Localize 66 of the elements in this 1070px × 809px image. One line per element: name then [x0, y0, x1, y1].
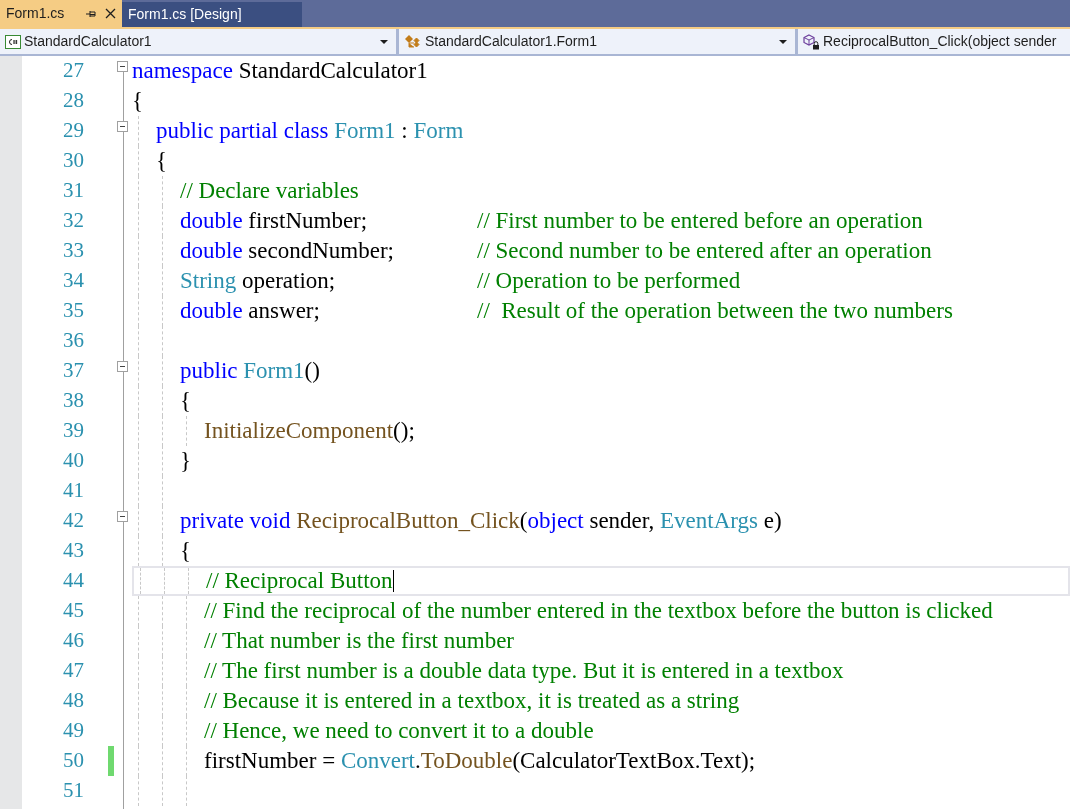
- csharp-file-icon: [5, 34, 21, 49]
- code-line: // Find the reciprocal of the number entered in the textbox before the button is clicked: [204, 596, 993, 625]
- code-line: double secondNumber;: [180, 236, 395, 265]
- code-line: double firstNumber;: [180, 206, 369, 235]
- line-number: 30: [62, 147, 84, 175]
- code-line: }: [180, 446, 192, 475]
- line-number: 44: [62, 567, 84, 595]
- line-number: 46: [62, 627, 84, 655]
- line-number: 50: [62, 747, 84, 775]
- line-number: 38: [62, 387, 84, 415]
- code-line: firstNumber = Convert.ToDouble(CalculatorTextBox.Text);: [204, 746, 756, 775]
- code-line: {: [132, 86, 144, 115]
- code-comment: // Second number to be entered after an operation: [477, 236, 932, 265]
- close-icon[interactable]: [105, 8, 116, 19]
- line-number: 28: [62, 87, 84, 115]
- line-number: 42: [62, 507, 84, 535]
- line-number: 39: [62, 417, 84, 445]
- line-number: 35: [62, 297, 84, 325]
- line-number: 43: [62, 537, 84, 565]
- class-dropdown[interactable]: StandardCalculator1.Form1: [399, 29, 798, 54]
- code-comment: // Operation to be performed: [477, 266, 741, 295]
- collapse-icon[interactable]: [117, 60, 128, 72]
- line-number: 27: [62, 57, 84, 85]
- code-line: // Declare variables: [180, 176, 359, 205]
- code-line: public partial class Form1 : Form: [156, 116, 464, 145]
- code-line: namespace StandardCalculator1: [132, 56, 428, 85]
- line-number: 41: [62, 477, 84, 505]
- line-number: 33: [62, 237, 84, 265]
- line-number: 29: [62, 117, 84, 145]
- line-number: 36: [62, 327, 84, 355]
- editor-tab[interactable]: Form1.cs [Design]: [122, 2, 302, 27]
- collapse-icon[interactable]: [117, 120, 128, 132]
- line-number: 49: [62, 717, 84, 745]
- member-dropdown[interactable]: ReciprocalButton_Click(object sender: [798, 29, 1070, 54]
- code-line: // That number is the first number: [204, 626, 515, 655]
- code-line: private void ReciprocalButton_Click(object sender, EventArgs e): [180, 506, 782, 535]
- code-line: String operation;: [180, 266, 337, 295]
- method-icon: [803, 33, 820, 50]
- code-line: InitializeComponent();: [204, 416, 415, 445]
- project-dropdown[interactable]: StandardCalculator1: [0, 29, 399, 54]
- code-comment: // First number to be entered before an operation: [477, 206, 923, 235]
- code-line: {: [180, 386, 192, 415]
- text-caret: [392, 570, 394, 592]
- code-line: // Hence, we need to convert it to a double: [204, 716, 594, 745]
- code-line: // Reciprocal Button: [206, 566, 393, 595]
- code-line: public Form1(): [180, 356, 320, 385]
- line-number: 32: [62, 207, 84, 235]
- code-line: // Because it is entered in a textbox, it is treated as a string: [204, 686, 740, 715]
- code-line: {: [180, 536, 192, 565]
- code-line: {: [156, 146, 168, 175]
- pin-icon[interactable]: [85, 8, 97, 19]
- code-comment: // Result of the operation between the two numbers: [477, 296, 953, 325]
- line-number: 45: [62, 597, 84, 625]
- line-number: 34: [62, 267, 84, 295]
- collapse-icon[interactable]: [117, 510, 128, 522]
- collapse-icon[interactable]: [117, 360, 128, 372]
- line-number: 47: [62, 657, 84, 685]
- line-number: 37: [62, 357, 84, 385]
- line-number: 31: [62, 177, 84, 205]
- line-number: 51: [62, 777, 84, 805]
- line-number: 40: [62, 447, 84, 475]
- code-line: double answer;: [180, 296, 321, 325]
- editor-tab[interactable]: Form1.cs: [0, 0, 122, 27]
- line-number: 48: [62, 687, 84, 715]
- code-line: // The first number is a double data type. But it is entered in a textbox: [204, 656, 844, 685]
- class-icon: [404, 33, 422, 50]
